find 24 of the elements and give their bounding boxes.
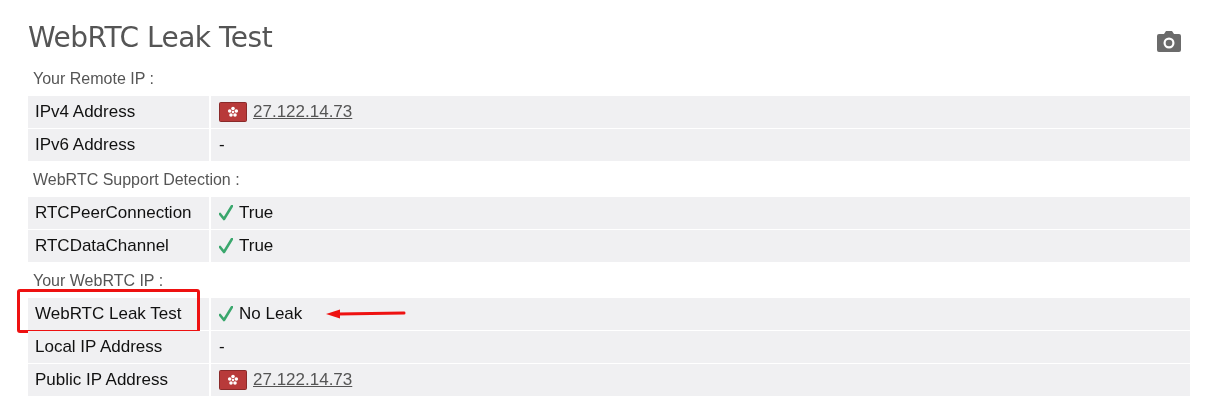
section-heading: Your Remote IP :: [33, 68, 154, 89]
camera-icon[interactable]: [1156, 31, 1182, 53]
row-label: RTCPeerConnection: [35, 202, 192, 225]
section-heading: Your WebRTC IP :: [33, 270, 164, 291]
row-label: RTCDataChannel: [35, 235, 169, 258]
row-label: Local IP Address: [35, 336, 163, 359]
row-label: Public IP Address: [35, 369, 168, 392]
row-value: -: [219, 134, 225, 157]
page-title: WebRTC Leak Test: [28, 20, 273, 56]
flag-icon: [219, 102, 247, 122]
ip-link[interactable]: 27.122.14.73: [253, 99, 353, 125]
check-icon: [219, 238, 233, 254]
row-label: IPv4 Address: [35, 101, 136, 124]
check-icon: [219, 306, 233, 322]
row-value: True: [239, 235, 274, 258]
row-value: No Leak: [239, 303, 303, 326]
row-label: WebRTC Leak Test: [35, 303, 182, 326]
row-value: -: [219, 336, 225, 359]
section-heading: WebRTC Support Detection :: [33, 169, 240, 190]
row-value: True: [239, 202, 274, 225]
flag-icon: [219, 370, 247, 390]
ip-link[interactable]: 27.122.14.73: [253, 367, 353, 393]
row-label: IPv6 Address: [35, 134, 136, 157]
check-icon: [219, 205, 233, 221]
